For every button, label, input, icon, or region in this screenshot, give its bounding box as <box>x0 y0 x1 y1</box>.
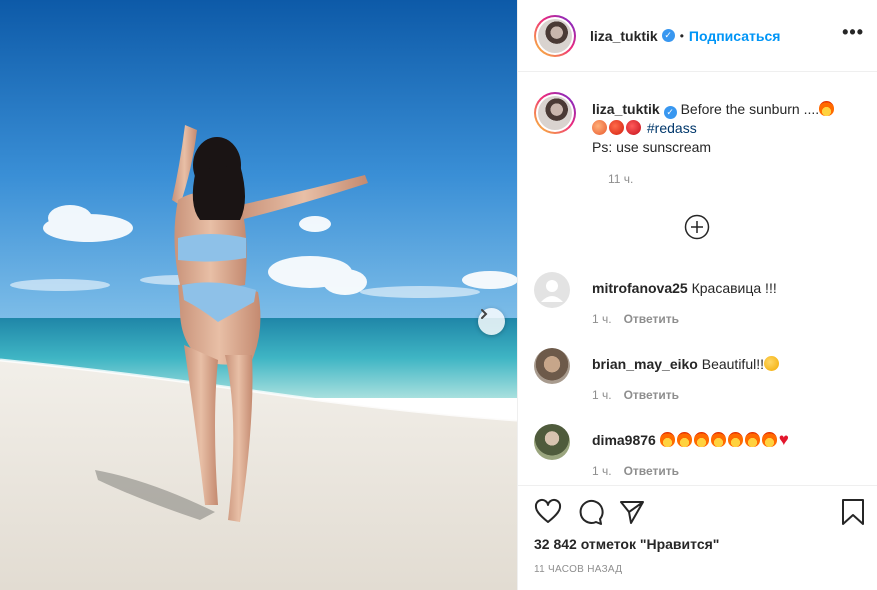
comment-meta: 1 ч. Ответить <box>592 464 679 478</box>
caption-line1: Before the sunburn .... <box>680 101 820 117</box>
commenter-username[interactable]: brian_may_eiko <box>592 356 698 372</box>
tomato-emoji-icon <box>609 120 624 135</box>
post-photo[interactable] <box>0 0 517 590</box>
hashtag-link[interactable]: #redass <box>647 120 697 136</box>
comment-time: 1 ч. <box>592 388 612 402</box>
fire-emoji-icon <box>710 432 726 447</box>
author-avatar[interactable] <box>534 14 576 57</box>
commenter-avatar[interactable] <box>534 272 570 308</box>
commenter-avatar[interactable] <box>534 424 570 460</box>
comment-body: brian_may_eiko Beautiful!! <box>592 356 781 372</box>
comment-meta: 1 ч. Ответить <box>592 312 679 326</box>
reply-button[interactable]: Ответить <box>624 388 679 402</box>
reply-button[interactable]: Ответить <box>624 312 679 326</box>
action-icons <box>534 498 646 526</box>
caption-avatar[interactable] <box>534 92 576 134</box>
comment-item: mitrofanova25 Красавица !!! 1 ч. Ответить <box>534 272 874 332</box>
comment-body: mitrofanova25 Красавица !!! <box>592 280 777 296</box>
fire-emoji-icon <box>761 432 777 447</box>
post-actions: 32 842 отметок "Нравится" 11 ЧАСОВ НАЗАД <box>518 485 877 590</box>
verified-badge-icon: ✓ <box>663 106 677 119</box>
fire-emoji-icon <box>744 432 760 447</box>
bookmark-icon[interactable] <box>840 498 866 526</box>
fire-emoji-icon <box>676 432 692 447</box>
comment-item: brian_may_eiko Beautiful!! 1 ч. Ответить <box>534 348 874 408</box>
comment-icon[interactable] <box>576 498 604 526</box>
caption-username[interactable]: liza_tuktik <box>592 101 660 117</box>
comment-time: 1 ч. <box>592 464 612 478</box>
post-header: liza_tuktik ✓ • Подписаться ••• <box>518 0 877 72</box>
peach-emoji-icon <box>592 120 607 135</box>
smirk-emoji-icon <box>764 356 779 371</box>
fire-emoji-icon <box>819 101 835 116</box>
next-photo-button[interactable] <box>478 308 505 335</box>
author-username[interactable]: liza_tuktik <box>590 28 658 44</box>
caption-line2: Ps: use sunscream <box>592 139 712 155</box>
add-comment-icon[interactable] <box>684 214 710 240</box>
comment-text: Beautiful!! <box>701 356 764 372</box>
angry-face-emoji-icon <box>626 120 641 135</box>
comment-text: Красавица !!! <box>691 280 777 296</box>
comment-body: dima9876 <box>592 430 796 450</box>
more-options-button[interactable]: ••• <box>842 22 864 43</box>
fire-emoji-icon <box>727 432 743 447</box>
commenter-username[interactable]: mitrofanova25 <box>592 280 688 296</box>
chevron-right-icon <box>481 309 488 319</box>
caption-text: liza_tuktik ✓ Before the sunburn .... #re… <box>592 100 862 157</box>
comment-item: dima9876 1 ч. Ответить <box>534 424 874 484</box>
header-separator: • <box>679 28 684 43</box>
heart-icon[interactable] <box>534 498 562 526</box>
comment-time: 1 ч. <box>592 312 612 326</box>
share-icon[interactable] <box>618 498 646 526</box>
follow-button[interactable]: Подписаться <box>689 28 781 44</box>
post-side-panel: liza_tuktik ✓ • Подписаться ••• liza_tuk… <box>517 0 877 590</box>
comment-meta: 1 ч. Ответить <box>592 388 679 402</box>
verified-badge-icon: ✓ <box>661 29 675 42</box>
caption-time: 11 ч. <box>608 172 634 186</box>
commenter-username[interactable]: dima9876 <box>592 432 656 448</box>
fire-emoji-icon <box>693 432 709 447</box>
reply-button[interactable]: Ответить <box>624 464 679 478</box>
fire-emoji-icon <box>659 432 675 447</box>
instagram-post: liza_tuktik ✓ • Подписаться ••• liza_tuk… <box>0 0 877 590</box>
red-heart-emoji-icon <box>779 430 794 450</box>
commenter-avatar[interactable] <box>534 348 570 384</box>
likes-count[interactable]: 32 842 отметок "Нравится" <box>534 536 719 552</box>
beach-photo <box>0 0 517 590</box>
post-timestamp[interactable]: 11 ЧАСОВ НАЗАД <box>534 564 622 575</box>
